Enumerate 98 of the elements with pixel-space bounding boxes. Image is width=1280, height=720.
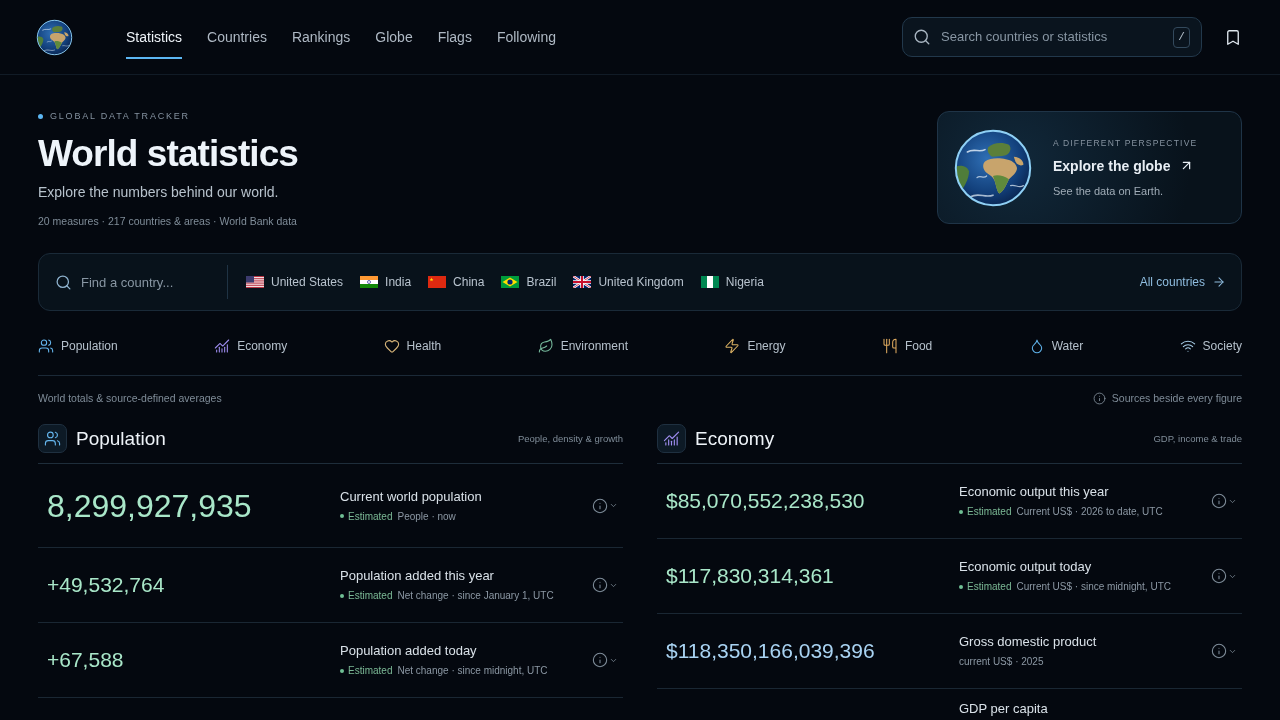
- card-title: Explore the globe: [1053, 156, 1171, 175]
- info-button[interactable]: [592, 577, 618, 593]
- info-button[interactable]: [1211, 643, 1237, 659]
- sources-note: Sources beside every figure: [1111, 391, 1242, 405]
- flag-icon: [246, 276, 264, 288]
- stat-value: +67,588: [46, 647, 124, 673]
- search-icon: [913, 28, 931, 46]
- status-label: Estimated: [967, 505, 1012, 518]
- nav-tab[interactable]: Flags: [437, 15, 472, 59]
- stat-label: Economic output today: [959, 559, 1092, 575]
- stat-meta: Net change · since January 1, UTC: [397, 589, 554, 602]
- flag-icon: [428, 276, 447, 288]
- bar-chart-icon: [214, 338, 231, 354]
- shortcut-key: /: [1173, 26, 1190, 48]
- category-link[interactable]: Economy: [214, 335, 288, 357]
- info-icon: [592, 652, 608, 668]
- country-chip[interactable]: Brazil: [501, 274, 557, 290]
- flag-icon: [501, 276, 520, 288]
- stat-meta: People · now: [397, 509, 456, 523]
- info-icon: [1211, 643, 1227, 659]
- nav-tab[interactable]: Statistics: [126, 15, 182, 59]
- search-icon: [55, 273, 72, 291]
- stat-label: Gross domestic product: [959, 634, 1097, 650]
- eyebrow-label: GLOBAL DATA TRACKER: [50, 111, 190, 121]
- lightning-icon: [724, 338, 741, 354]
- category-link[interactable]: Environment: [537, 335, 629, 357]
- search-input[interactable]: Search countries or statistics: [941, 27, 1163, 47]
- wifi-icon: [1179, 338, 1196, 354]
- category-link[interactable]: Health: [383, 335, 442, 357]
- info-button[interactable]: [592, 497, 618, 514]
- stat-meta: Current US$ · 2026 to date, UTC: [1016, 505, 1163, 518]
- chevron-down-icon: [609, 501, 618, 510]
- info-icon: [592, 577, 608, 593]
- utensils-icon: [881, 338, 898, 354]
- globe-icon: [953, 127, 1033, 208]
- status-label: Estimated: [348, 589, 393, 602]
- nav-tab[interactable]: Following: [496, 15, 557, 59]
- info-icon: [1092, 391, 1106, 405]
- stat-value: 8,299,927,935: [46, 486, 252, 525]
- page-subtitle: Explore the numbers behind our world.: [38, 183, 279, 202]
- stat-value: $85,070,552,238,530: [665, 488, 865, 514]
- stat-label: Population added today: [340, 643, 477, 659]
- nav-tab[interactable]: Globe: [375, 15, 413, 59]
- globe-card[interactable]: A DIFFERENT PERSPECTIVE Explore the globe See the data on Earth.: [937, 111, 1242, 224]
- category-link[interactable]: Energy: [724, 335, 786, 357]
- country-chip[interactable]: India: [360, 274, 412, 290]
- flag-icon: [573, 276, 592, 288]
- bookmark-icon: [1224, 27, 1242, 47]
- country-chip[interactable]: China: [428, 274, 485, 290]
- country-chip[interactable]: United Kingdom: [573, 274, 684, 290]
- leaf-icon: [537, 338, 554, 354]
- category-link[interactable]: Society: [1179, 335, 1242, 357]
- info-button[interactable]: [1211, 568, 1237, 584]
- info-button[interactable]: [592, 652, 618, 668]
- nav-tab[interactable]: Countries: [207, 15, 267, 59]
- page-title: World statistics: [38, 132, 299, 176]
- flag-icon: [360, 276, 379, 288]
- search-field[interactable]: Search countries or statistics /: [902, 17, 1202, 57]
- stat-value: $117,830,314,361: [665, 563, 834, 589]
- all-countries-link[interactable]: All countries: [1139, 274, 1226, 290]
- info-icon: [1211, 493, 1227, 509]
- page-meta: 20 measures · 217 countries & areas · World Bank data: [38, 214, 297, 229]
- stat-value: +49,532,764: [46, 572, 165, 598]
- stat-meta: Current US$ · since midnight, UTC: [1016, 580, 1171, 593]
- stat-label: GDP per capita: [959, 701, 1049, 717]
- section-subtitle: GDP, income & trade: [1153, 432, 1242, 445]
- stat-value: $118,350,166,039,396: [665, 638, 875, 664]
- section-title: Economy: [695, 426, 775, 451]
- category-link[interactable]: Population: [38, 335, 118, 357]
- bookmark-button[interactable]: [1224, 27, 1242, 47]
- section-subtitle: People, density & growth: [517, 432, 623, 445]
- country-chip[interactable]: United States: [246, 274, 344, 290]
- summary-note: World totals & source-defined averages: [38, 391, 222, 405]
- heart-icon: [383, 338, 400, 354]
- stat-label: Current world population: [340, 488, 482, 505]
- category-link[interactable]: Food: [881, 335, 933, 357]
- stat-meta: Net change · since midnight, UTC: [397, 664, 548, 677]
- status-label: Estimated: [967, 580, 1012, 593]
- status-label: Estimated: [348, 664, 393, 677]
- country-search-field[interactable]: Find a country...: [81, 272, 227, 292]
- country-chip[interactable]: Nigeria: [700, 274, 764, 290]
- info-button[interactable]: [1211, 493, 1237, 509]
- card-subtitle: See the data on Earth.: [1053, 183, 1164, 198]
- nav-tab[interactable]: Rankings: [291, 15, 351, 59]
- flag-icon: [700, 276, 719, 288]
- stat-label: Economic output this year: [959, 484, 1109, 500]
- stat-label: Population added this year: [340, 568, 494, 584]
- stat-meta: current US$ · 2025: [959, 655, 1044, 668]
- card-eyebrow: A DIFFERENT PERSPECTIVE: [1053, 137, 1198, 148]
- category-link[interactable]: Water: [1028, 335, 1084, 357]
- section-title: Population: [76, 426, 166, 451]
- globe-logo-icon[interactable]: [36, 18, 73, 56]
- users-icon: [38, 338, 54, 354]
- users-icon: [38, 424, 67, 453]
- bar-chart-icon: [657, 424, 686, 453]
- status-label: Estimated: [348, 509, 393, 523]
- info-icon: [1211, 568, 1227, 584]
- info-icon: [592, 497, 608, 514]
